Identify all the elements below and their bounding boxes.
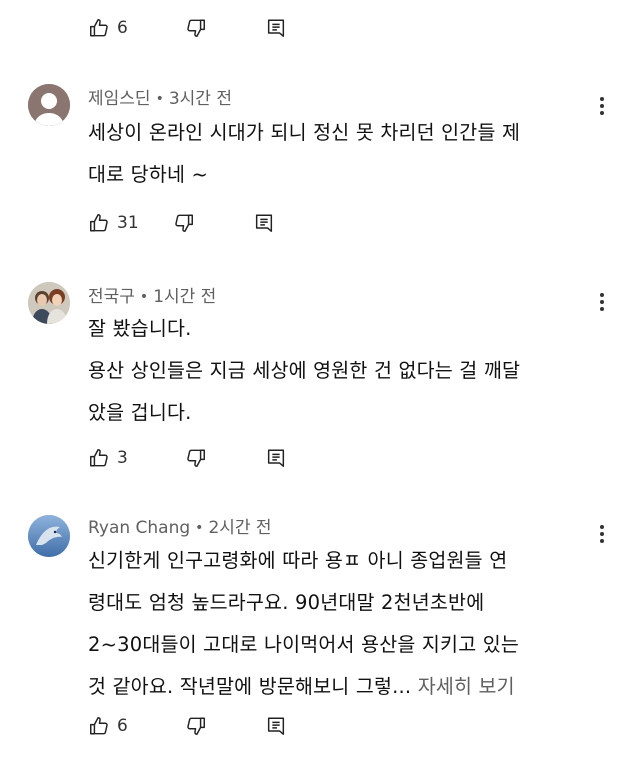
reply-button[interactable] xyxy=(265,715,287,737)
thumbs-down-icon xyxy=(185,715,207,737)
thumbs-down-icon xyxy=(173,212,195,234)
comment-actions: 3 xyxy=(88,443,287,473)
comment-author[interactable]: 전국구 xyxy=(88,287,135,307)
more-vert-icon xyxy=(600,97,604,101)
comment-meta: 전국구 • 1시간 전 xyxy=(88,286,216,309)
thumbs-up-icon xyxy=(88,715,110,737)
thumbs-down-icon xyxy=(185,17,207,39)
comment-actions: 6 xyxy=(88,711,287,741)
like-button[interactable]: 6 xyxy=(88,17,137,39)
dislike-button[interactable] xyxy=(185,447,207,469)
comment-meta: 제임스딘 • 3시간 전 xyxy=(88,88,232,111)
comment-actions: 31 xyxy=(88,208,275,238)
reply-comment-icon xyxy=(253,212,275,234)
separator-dot: • xyxy=(139,289,149,305)
reply-comment-icon xyxy=(265,715,287,737)
avatar[interactable] xyxy=(28,282,70,324)
avatar[interactable] xyxy=(28,515,70,557)
dislike-button[interactable] xyxy=(173,212,195,234)
comment-text: 신기한게 인구고령화에 따라 용ㅍ 아니 종업원들 연 령대도 엄청 높드라구요… xyxy=(88,540,598,708)
like-button[interactable]: 31 xyxy=(88,212,139,234)
more-vert-icon xyxy=(600,293,604,297)
avatar-couple-photo xyxy=(28,282,70,324)
comment-text: 세상이 온라인 시대가 되니 정신 못 차리던 인간들 제 대로 당하네 ~ xyxy=(88,121,521,186)
dislike-button[interactable] xyxy=(185,17,207,39)
top-action-bar: 6 xyxy=(88,13,287,43)
comment-text: 잘 봤습니다. 용산 상인들은 지금 세상에 영원한 건 없다는 걸 깨달 았을… xyxy=(88,317,521,424)
comment-time[interactable]: 3시간 전 xyxy=(169,89,232,109)
avatar-dolphin-photo xyxy=(28,515,70,557)
reply-button[interactable] xyxy=(253,212,275,234)
like-count: 31 xyxy=(117,213,139,233)
thumbs-up-icon xyxy=(88,447,110,469)
avatar[interactable] xyxy=(28,84,70,126)
comment-time[interactable]: 2시간 전 xyxy=(208,518,271,538)
like-button[interactable]: 6 xyxy=(88,715,137,737)
like-count: 3 xyxy=(117,448,128,468)
comment-author[interactable]: 제임스딘 xyxy=(88,89,151,109)
thumbs-up-icon xyxy=(88,212,110,234)
separator-dot: • xyxy=(195,520,204,536)
comment-author[interactable]: Ryan Chang xyxy=(88,518,190,538)
thumbs-up-icon xyxy=(88,17,110,39)
reply-button[interactable] xyxy=(265,447,287,469)
like-count: 6 xyxy=(117,18,128,38)
more-vert-icon xyxy=(600,525,604,529)
avatar-person-icon xyxy=(28,84,70,126)
reply-comment-icon xyxy=(265,447,287,469)
comment-meta: Ryan Chang • 2시간 전 xyxy=(88,517,272,540)
comment-time[interactable]: 1시간 전 xyxy=(153,287,216,307)
separator-dot: • xyxy=(155,91,164,107)
read-more-link[interactable]: 자세히 보기 xyxy=(411,675,515,698)
thumbs-down-icon xyxy=(185,447,207,469)
like-count: 6 xyxy=(117,716,128,736)
like-button[interactable]: 3 xyxy=(88,447,137,469)
dislike-button[interactable] xyxy=(185,715,207,737)
reply-button[interactable] xyxy=(265,17,287,39)
reply-comment-icon xyxy=(265,17,287,39)
